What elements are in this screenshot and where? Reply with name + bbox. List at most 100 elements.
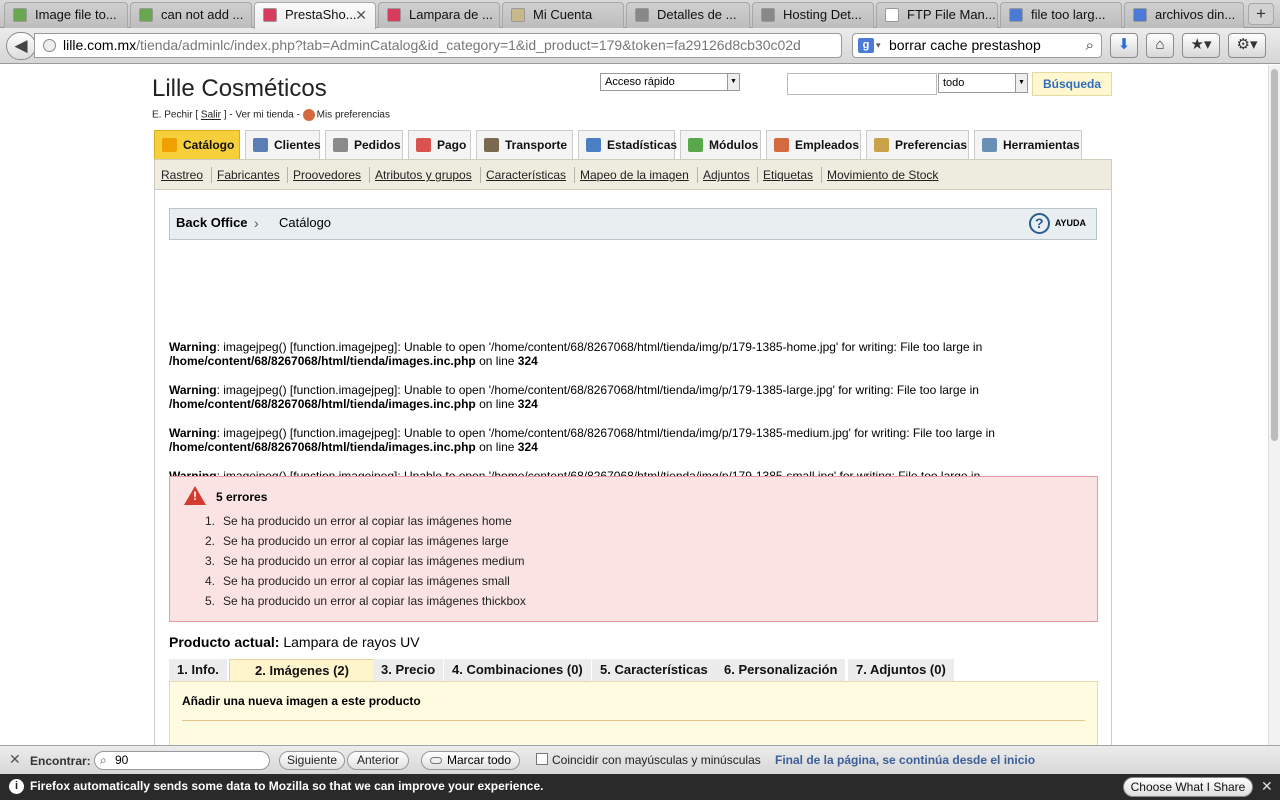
tab-herramientas[interactable]: Herramientas [974, 130, 1082, 159]
new-tab-button[interactable]: + [1248, 3, 1274, 25]
current-product-label: Producto actual: [169, 634, 280, 650]
site-identity-icon[interactable] [43, 39, 56, 52]
extensions-icon[interactable]: ⚙▾ [1228, 33, 1266, 58]
tab-icon [774, 138, 789, 152]
tab-icon [333, 138, 348, 152]
images-tab-panel: Añadir una nueva imagen a este producto [169, 681, 1098, 745]
browser-tab[interactable]: FTP File Man... [876, 2, 998, 28]
search-scope-select[interactable]: todo ▼ [938, 73, 1028, 93]
subnav-link[interactable]: Rastreo [161, 168, 203, 182]
quick-access-select[interactable]: Acceso rápido ▼ [600, 73, 740, 91]
tab-label: Transporte [505, 138, 568, 152]
bookmarks-menu-icon[interactable]: ★▾ [1182, 33, 1220, 58]
warning-line: 324 [517, 440, 538, 454]
warning-path: /home/content/68/8267068/html/tienda/ima… [169, 440, 476, 454]
help-label: AYUDA [1054, 218, 1086, 228]
quick-access-label: Acceso rápido [605, 76, 675, 88]
browser-tab[interactable]: can not add ... [130, 2, 252, 28]
close-icon[interactable]: ✕ [9, 751, 21, 768]
browser-tab[interactable]: Lampara de ... [378, 2, 500, 28]
divider [369, 167, 370, 183]
find-input[interactable]: ⌕ 90 [94, 751, 270, 770]
downloads-icon[interactable]: ⬇ [1110, 33, 1138, 58]
tab-clientes[interactable]: Clientes [245, 130, 321, 159]
browser-tab[interactable]: Hosting Det... [752, 2, 874, 28]
tab-favicon-icon [387, 8, 401, 22]
product-tab[interactable]: 2. Imágenes (2) [229, 659, 375, 681]
tab-preferencias[interactable]: Preferencias [866, 130, 969, 159]
vertical-scrollbar[interactable] [1268, 65, 1280, 745]
highlight-all-button[interactable]: Marcar todo [421, 751, 520, 770]
browser-tab[interactable]: Image file to... [4, 2, 128, 28]
subnav-link[interactable]: Movimiento de Stock [827, 168, 938, 182]
close-icon[interactable]: ✕ [355, 3, 367, 27]
tab-empleados[interactable]: Empleados [766, 130, 861, 159]
subnav-link[interactable]: Mapeo de la imagen [580, 168, 689, 182]
tab-icon [982, 138, 997, 152]
close-icon[interactable]: ✕ [1261, 778, 1273, 795]
product-tab[interactable]: 3. Precio [373, 659, 444, 681]
error-text: Se ha producido un error al copiar las i… [223, 514, 512, 528]
breadcrumb-root[interactable]: Back Office [176, 209, 248, 237]
tab-favicon-icon [885, 8, 899, 22]
browser-tab-title: can not add ... [161, 7, 244, 22]
search-scope-value: todo [943, 77, 965, 89]
product-tab[interactable]: 1. Info. [169, 659, 227, 681]
google-icon[interactable]: g [858, 38, 874, 53]
browser-tab[interactable]: Detalles de ... [626, 2, 750, 28]
url-path: /tienda/adminlc/index.php?tab=AdminCatal… [136, 37, 801, 53]
engine-dropdown-icon[interactable]: ▾ [876, 34, 881, 57]
search-button[interactable]: Búsqueda [1032, 72, 1112, 96]
preferences-link[interactable]: Mis preferencias [317, 110, 390, 121]
warning-label: Warning [169, 340, 217, 354]
match-case-checkbox[interactable] [536, 753, 548, 765]
admin-search-input[interactable] [787, 73, 937, 95]
match-case-label[interactable]: Coincidir con mayúsculas y minúsculas [552, 753, 761, 767]
view-shop-link[interactable]: ] - Ver mi tienda - [221, 110, 303, 121]
product-tab[interactable]: 5. Características [592, 659, 716, 681]
tab-favicon-icon [761, 8, 775, 22]
tab-pago[interactable]: Pago [408, 130, 471, 159]
logout-link[interactable]: Salir [201, 110, 221, 121]
product-tab[interactable]: 7. Adjuntos (0) [848, 659, 954, 681]
subnav-link[interactable]: Etiquetas [763, 168, 813, 182]
tab-pedidos[interactable]: Pedidos [325, 130, 403, 159]
browser-tab-title: FTP File Man... [907, 7, 996, 22]
browser-tab-title: Hosting Det... [783, 7, 862, 22]
tab-estadisticas[interactable]: Estadísticas [578, 130, 677, 159]
tab-label: Pago [437, 138, 467, 152]
back-button[interactable]: ◀ [6, 32, 36, 60]
home-icon[interactable]: ⌂ [1146, 33, 1174, 58]
error-number: 3. [204, 554, 215, 568]
browser-tab[interactable]: PrestaSho... ✕ [254, 2, 376, 29]
warning-message: Warning: imagejpeg() [function.imagejpeg… [169, 426, 1099, 454]
subnav-link[interactable]: Adjuntos [703, 168, 750, 182]
scrollbar-thumb[interactable] [1271, 69, 1278, 441]
divider [480, 167, 481, 183]
search-icon[interactable]: ⌕ [1086, 34, 1094, 57]
tab-transporte[interactable]: Transporte [476, 130, 573, 159]
subnav-link[interactable]: Características [486, 168, 566, 182]
tab-icon [586, 138, 601, 152]
product-tab[interactable]: 6. Personalización [716, 659, 846, 681]
find-previous-button[interactable]: Anterior [347, 751, 409, 770]
search-bar[interactable]: g ▾ borrar cache prestashop ⌕ [852, 33, 1102, 58]
tab-label: Herramientas [1003, 138, 1080, 152]
product-tab[interactable]: 4. Combinaciones (0) [444, 659, 591, 681]
tab-modulos[interactable]: Módulos [680, 130, 761, 159]
shop-title: Lille Cosméticos [152, 75, 327, 102]
tab-catalogo[interactable]: Catálogo [154, 130, 240, 159]
add-image-heading: Añadir una nueva imagen a este producto [182, 694, 421, 708]
url-bar[interactable]: lille.com.mx/tienda/adminlc/index.php?ta… [34, 33, 842, 58]
browser-tab[interactable]: Mi Cuenta [502, 2, 624, 28]
browser-tab[interactable]: file too larg... [1000, 2, 1122, 28]
browser-tab[interactable]: archivos din... [1124, 2, 1244, 28]
help-button[interactable]: ? AYUDA [1028, 209, 1086, 237]
choose-what-i-share-button[interactable]: Choose What I Share [1123, 777, 1253, 797]
subnav-link[interactable]: Atributos y grupos [375, 168, 472, 182]
subnav-link[interactable]: Proovedores [293, 168, 361, 182]
find-next-button[interactable]: Siguiente [279, 751, 345, 770]
subnav-link[interactable]: Fabricantes [217, 168, 280, 182]
tab-label: Empleados [795, 138, 860, 152]
tab-icon [253, 138, 268, 152]
